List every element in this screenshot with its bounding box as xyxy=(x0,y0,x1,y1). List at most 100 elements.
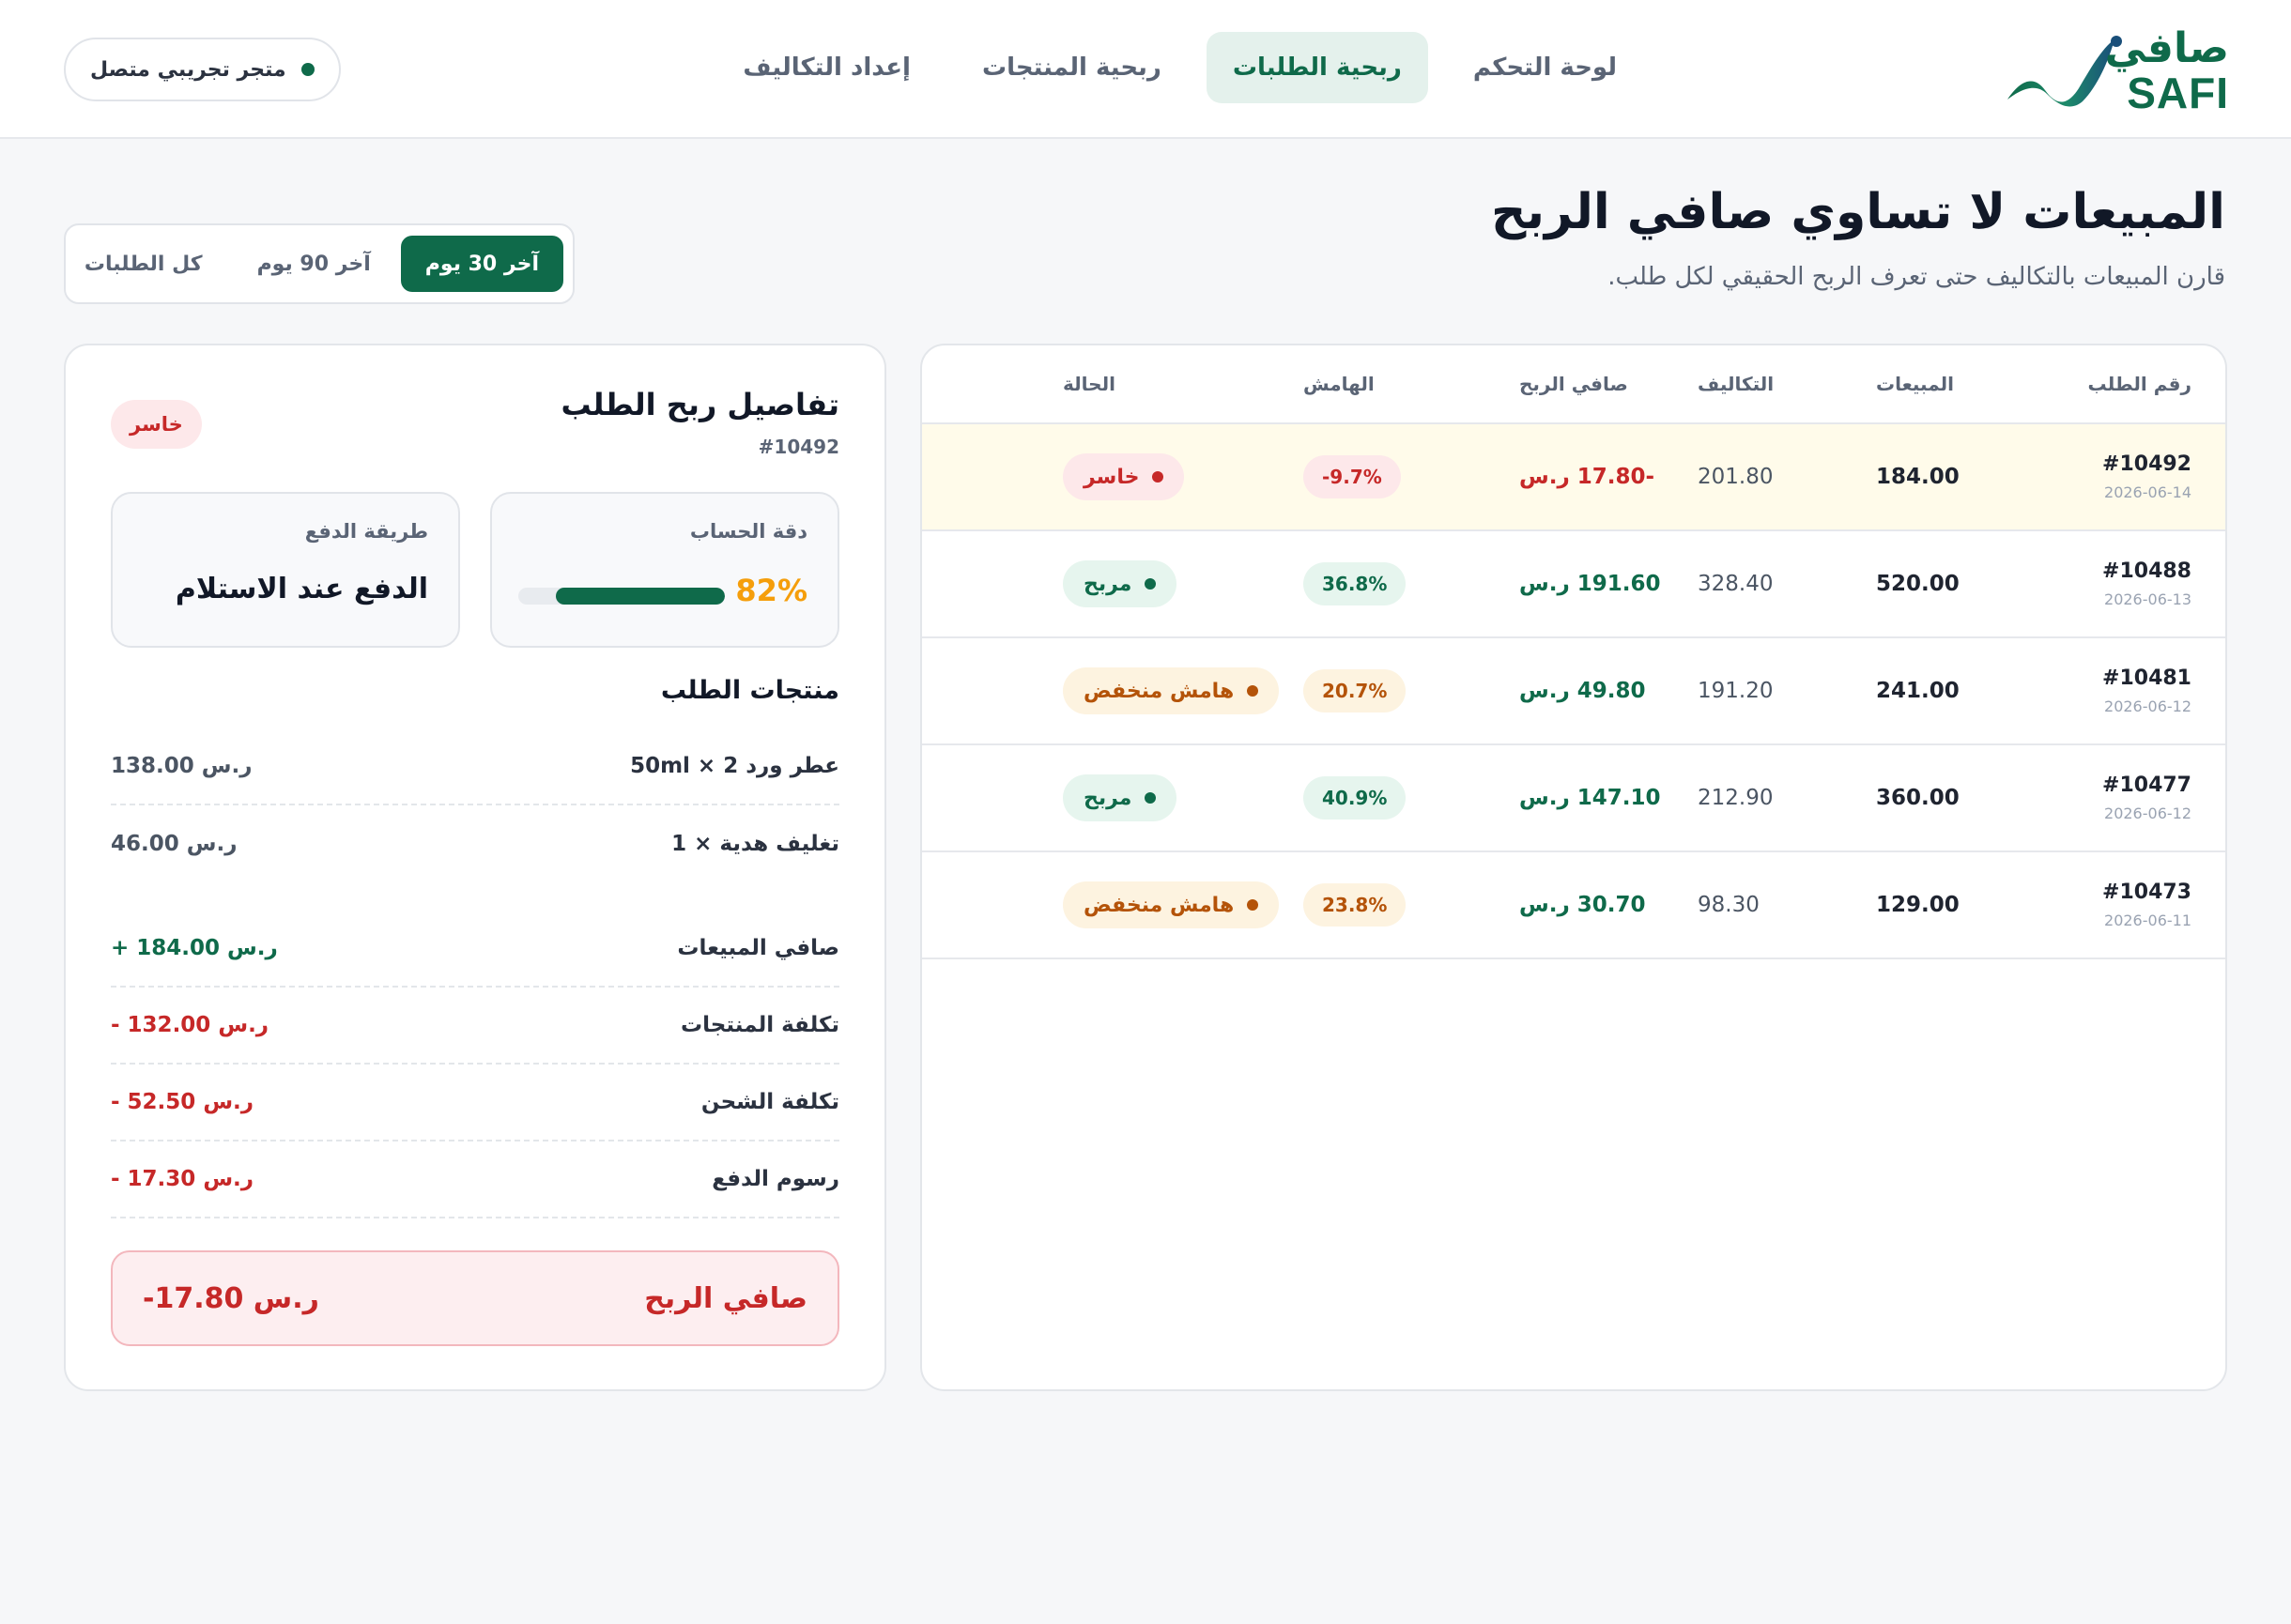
table-row[interactable]: #10481 2026-06-12 241.00 191.20 49.80 ر.… xyxy=(922,638,2225,745)
order-id: #10477 xyxy=(2102,774,2191,797)
breakdown-value: - 52.50 ر.س xyxy=(111,1090,254,1114)
table-row[interactable]: #10492 2026-06-14 184.00 201.80 -17.80 ر… xyxy=(922,424,2225,531)
brand-name-english: SAFI xyxy=(2127,69,2229,117)
brand-logo[interactable]: صافي SAFI xyxy=(2004,21,2229,117)
table-row[interactable]: #10488 2026-06-13 520.00 328.40 191.60 ر… xyxy=(922,531,2225,638)
detail-order-id: #10492 xyxy=(758,436,839,458)
order-cost: 191.20 xyxy=(1698,679,1774,703)
order-cost: 212.90 xyxy=(1698,786,1774,810)
status-dot-icon xyxy=(1247,685,1259,697)
status-badge: هامش منخفض xyxy=(1063,881,1280,928)
top-bar: صافي SAFI لوحة التحكم ربحية الطلبات ربحي… xyxy=(0,0,2291,139)
order-products-list: عطر ورد 50ml × 2 138.00 ر.س تغليف هدية ×… xyxy=(111,728,839,882)
product-name: عطر ورد 50ml × 2 xyxy=(630,754,839,778)
status-label: هامش منخفض xyxy=(1084,893,1235,917)
product-name: تغليف هدية × 1 xyxy=(671,832,839,856)
order-profit: 147.10 ر.س xyxy=(1519,786,1661,810)
status-label: خاسر xyxy=(1084,465,1140,489)
col-header-order-id: رقم الطلب xyxy=(2087,373,2191,395)
accuracy-progress-fill xyxy=(555,588,725,605)
breakdown-value: - 17.30 ر.س xyxy=(111,1167,254,1191)
net-profit-value: -17.80 ر.س xyxy=(143,1281,319,1315)
col-header-status: الحالة xyxy=(1063,373,1115,395)
status-dot-icon xyxy=(1145,578,1157,590)
range-last-30-days[interactable]: آخر 30 يوم xyxy=(400,236,563,292)
order-cost: 328.40 xyxy=(1698,572,1774,596)
accuracy-card: دقة الحساب 82% xyxy=(490,492,839,648)
order-date: 2026-06-13 xyxy=(2104,590,2191,608)
nav-product-profitability[interactable]: ربحية المنتجات xyxy=(956,32,1188,103)
order-detail-panel: تفاصيل ربح الطلب #10492 خاسر دقة الحساب … xyxy=(64,344,886,1391)
order-profit: -17.80 ر.س xyxy=(1519,465,1655,489)
order-sales: 184.00 xyxy=(1876,465,1960,489)
status-dot-icon xyxy=(1145,792,1157,804)
order-margin: 20.7% xyxy=(1303,669,1407,712)
breakdown-label: صافي المبيعات xyxy=(677,936,839,960)
col-header-profit: صافي الربح xyxy=(1519,373,1628,395)
product-amount: 138.00 ر.س xyxy=(111,754,253,778)
main-nav: لوحة التحكم ربحية الطلبات ربحية المنتجات… xyxy=(716,32,1643,103)
order-sales: 241.00 xyxy=(1876,679,1960,703)
order-margin: -9.7% xyxy=(1303,455,1401,498)
status-label: هامش منخفض xyxy=(1084,679,1235,703)
range-last-90-days[interactable]: آخر 90 يوم xyxy=(233,236,395,292)
accuracy-label: دقة الحساب xyxy=(689,520,807,543)
order-profit: 49.80 ر.س xyxy=(1519,679,1646,703)
breakdown-label: رسوم الدفع xyxy=(712,1167,839,1191)
status-badge: مربح xyxy=(1063,774,1177,821)
breakdown-value: - 132.00 ر.س xyxy=(111,1013,269,1037)
col-header-sales: المبيعات xyxy=(1876,373,1954,395)
order-profit: 191.60 ر.س xyxy=(1519,572,1661,596)
breakdown-row: تكلفة الشحن - 52.50 ر.س xyxy=(111,1065,839,1141)
status-dot-icon xyxy=(1152,471,1164,483)
nav-dashboard[interactable]: لوحة التحكم xyxy=(1447,32,1643,103)
connected-dot-icon xyxy=(300,63,315,76)
accuracy-value: 82% xyxy=(735,573,807,608)
order-margin: 23.8% xyxy=(1303,883,1407,927)
order-id: #10481 xyxy=(2102,666,2191,690)
list-item: عطر ورد 50ml × 2 138.00 ر.س xyxy=(111,728,839,805)
payment-method-value: الدفع عند الاستلام xyxy=(175,573,428,605)
order-cost: 201.80 xyxy=(1698,465,1774,489)
date-range-filter: آخر 30 يوم آخر 90 يوم كل الطلبات xyxy=(64,223,575,304)
order-id: #10488 xyxy=(2102,559,2191,583)
profit-breakdown: صافي المبيعات + 184.00 ر.س تكلفة المنتجا… xyxy=(111,911,839,1218)
status-label: مربح xyxy=(1084,786,1132,810)
order-date: 2026-06-11 xyxy=(2104,912,2191,929)
order-sales: 360.00 xyxy=(1876,786,1960,810)
order-id: #10473 xyxy=(2102,881,2191,904)
range-all-orders[interactable]: كل الطلبات xyxy=(60,236,227,292)
nav-order-profitability[interactable]: ربحية الطلبات xyxy=(1206,32,1428,103)
order-margin: 36.8% xyxy=(1303,562,1407,605)
order-products-title: منتجات الطلب xyxy=(660,676,839,705)
payment-method-card: طريقة الدفع الدفع عند الاستلام xyxy=(111,492,460,648)
status-dot-icon xyxy=(1247,899,1259,911)
net-profit-label: صافي الربح xyxy=(644,1281,807,1315)
status-badge: خاسر xyxy=(1063,453,1185,500)
table-row[interactable]: #10477 2026-06-12 360.00 212.90 147.10 ر… xyxy=(922,745,2225,852)
order-sales: 129.00 xyxy=(1876,893,1960,917)
status-label: مربح xyxy=(1084,572,1132,596)
order-margin: 40.9% xyxy=(1303,776,1407,820)
breakdown-row: رسوم الدفع - 17.30 ر.س xyxy=(111,1141,839,1218)
nav-cost-settings[interactable]: إعداد التكاليف xyxy=(716,32,937,103)
breakdown-row: تكلفة المنتجات - 132.00 ر.س xyxy=(111,988,839,1065)
breakdown-label: تكلفة الشحن xyxy=(700,1090,839,1114)
order-cost: 98.30 xyxy=(1698,893,1760,917)
list-item: تغليف هدية × 1 46.00 ر.س xyxy=(111,805,839,882)
store-status-chip[interactable]: متجر تجريبي متصل xyxy=(64,38,341,101)
payment-method-label: طريقة الدفع xyxy=(304,520,428,543)
table-row[interactable]: #10473 2026-06-11 129.00 98.30 30.70 ر.س… xyxy=(922,852,2225,959)
order-date: 2026-06-12 xyxy=(2104,697,2191,715)
table-header: رقم الطلب المبيعات التكاليف صافي الربح ا… xyxy=(922,345,2225,424)
order-sales: 520.00 xyxy=(1876,572,1960,596)
page-title: المبيعات لا تساوي صافي الربح xyxy=(1490,184,2225,240)
accuracy-progress-bar xyxy=(518,588,725,605)
breakdown-value: + 184.00 ر.س xyxy=(111,936,278,960)
product-amount: 46.00 ر.س xyxy=(111,832,238,856)
order-id: #10492 xyxy=(2102,452,2191,476)
order-date: 2026-06-14 xyxy=(2104,483,2191,501)
orders-table: رقم الطلب المبيعات التكاليف صافي الربح ا… xyxy=(920,344,2227,1391)
breakdown-label: تكلفة المنتجات xyxy=(681,1013,839,1037)
order-date: 2026-06-12 xyxy=(2104,804,2191,822)
